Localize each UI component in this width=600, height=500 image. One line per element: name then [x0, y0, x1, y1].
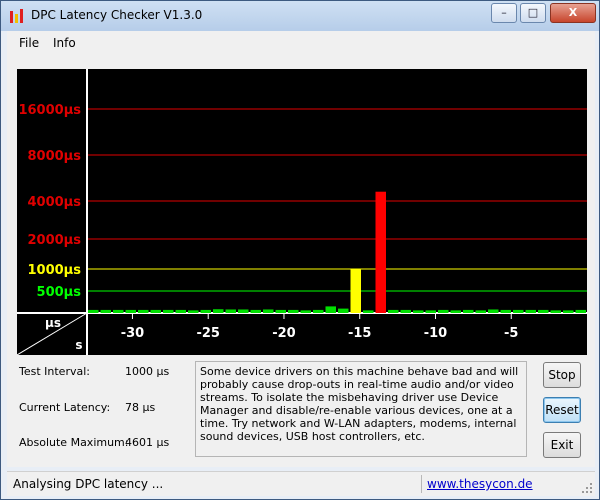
latency-bar	[275, 309, 286, 313]
x-tick-label: -10	[424, 326, 448, 341]
test-interval-label: Test Interval:	[19, 365, 90, 378]
latency-bar	[438, 309, 449, 313]
x-tick-label: -30	[121, 326, 145, 341]
current-latency-label: Current Latency:	[19, 401, 111, 414]
latency-bar	[150, 309, 161, 313]
window-title: DPC Latency Checker V1.3.0	[31, 8, 203, 22]
latency-bar	[113, 309, 124, 313]
latency-bar	[500, 309, 511, 313]
latency-bar	[463, 309, 474, 313]
client-area: 16000µs 8000µs 4000µs 2000µs 1000µs 500µs µs s -…	[7, 55, 595, 467]
latency-bar	[163, 309, 174, 313]
corner-top-label: µs	[45, 316, 61, 330]
info-message: Some device drivers on this machine beha…	[195, 361, 527, 457]
latency-bar	[488, 309, 499, 313]
latency-bar	[413, 310, 424, 313]
latency-bar	[263, 309, 274, 313]
exit-button[interactable]: Exit	[543, 432, 581, 458]
menu-info[interactable]: Info	[53, 36, 76, 50]
y-tick-label: 2000µs	[28, 233, 82, 248]
stop-button[interactable]: Stop	[543, 362, 581, 388]
menu-file[interactable]: File	[19, 36, 39, 50]
title-bar[interactable]: DPC Latency Checker V1.3.0 – □ X	[1, 1, 599, 31]
main-window: DPC Latency Checker V1.3.0 – □ X File In…	[0, 0, 600, 500]
y-tick-label: 16000µs	[18, 103, 81, 118]
y-tick-label: 1000µs	[28, 263, 82, 278]
latency-bar	[188, 310, 199, 313]
status-divider	[421, 475, 422, 493]
current-latency-value: 78 µs	[125, 401, 156, 414]
latency-bar	[238, 309, 249, 313]
status-bar: Analysing DPC latency ... www.thesycon.d…	[7, 471, 595, 496]
latency-bar	[450, 310, 461, 313]
latency-bar	[475, 310, 486, 313]
x-tick-label: -15	[348, 326, 372, 341]
latency-bar	[338, 308, 349, 313]
latency-bar	[213, 309, 224, 313]
latency-bar	[513, 309, 524, 313]
latency-bar	[288, 309, 299, 313]
latency-bar	[313, 309, 324, 313]
latency-bar	[175, 309, 186, 313]
resize-grip-icon[interactable]	[581, 482, 593, 494]
latency-bar	[525, 309, 536, 313]
latency-bar	[375, 191, 386, 313]
y-tick-label: 500µs	[37, 285, 82, 300]
reset-button[interactable]: Reset	[543, 397, 581, 423]
latency-bar	[350, 269, 361, 313]
x-tick-label: -5	[504, 326, 518, 341]
latency-bar	[225, 309, 236, 313]
latency-bar	[200, 309, 211, 313]
latency-bar	[250, 309, 261, 313]
menu-bar: File Info	[7, 31, 595, 56]
latency-bar	[138, 309, 149, 313]
website-link[interactable]: www.thesycon.de	[427, 477, 533, 491]
latency-bar	[400, 309, 411, 313]
latency-bar	[550, 310, 561, 313]
latency-bar	[325, 306, 336, 313]
minimize-button[interactable]: –	[491, 3, 517, 23]
status-text: Analysing DPC latency ...	[13, 477, 164, 491]
test-interval-value: 1000 µs	[125, 365, 170, 378]
corner-bottom-label: s	[75, 338, 82, 352]
x-tick-label: -25	[196, 326, 220, 341]
y-tick-label: 8000µs	[28, 149, 82, 164]
y-tick-label: 4000µs	[28, 195, 82, 210]
absolute-maximum-value: 4601 µs	[125, 436, 170, 449]
maximize-button[interactable]: □	[520, 3, 546, 23]
latency-bar	[125, 309, 136, 313]
latency-bar	[100, 309, 111, 313]
latency-bar	[538, 309, 549, 313]
latency-bar	[425, 310, 436, 313]
close-button[interactable]: X	[550, 3, 596, 23]
latency-bar	[563, 310, 574, 313]
absolute-maximum-label: Absolute Maximum:	[19, 436, 129, 449]
latency-bar	[300, 310, 311, 313]
latency-chart: 16000µs 8000µs 4000µs 2000µs 1000µs 500µs µss -…	[17, 69, 587, 355]
latency-bar	[388, 309, 399, 313]
app-icon	[10, 9, 23, 23]
x-tick-label: -20	[272, 326, 296, 341]
latency-bar	[363, 310, 374, 313]
latency-bar	[88, 309, 99, 313]
latency-bar	[575, 309, 586, 313]
